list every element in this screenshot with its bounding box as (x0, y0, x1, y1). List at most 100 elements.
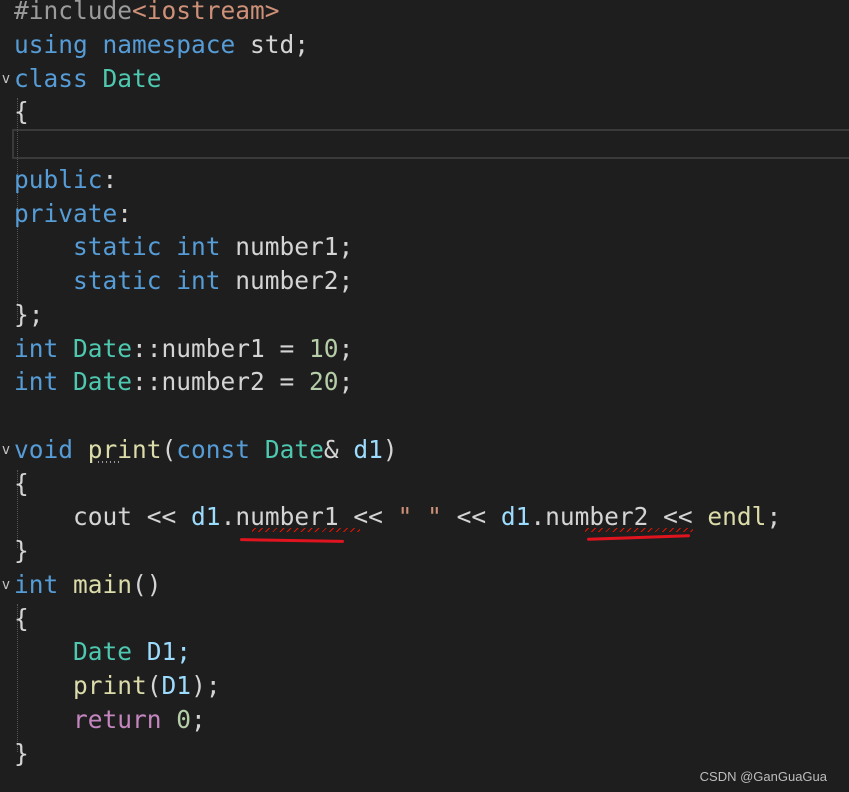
code-token: Date (264, 434, 324, 464)
code-token: .number1 (220, 502, 339, 532)
code-text: int main() (14, 568, 162, 602)
code-token: endl (707, 502, 767, 532)
code-token: main (73, 569, 133, 599)
code-token: int (14, 367, 74, 397)
code-token: ; (338, 333, 354, 363)
code-token: 20 (309, 367, 339, 397)
code-line[interactable]: cout << d1.number1 << " " << d1.number2 … (0, 500, 849, 534)
code-token: } (14, 738, 29, 768)
code-token: 0 (176, 704, 192, 734)
fold-chevron-icon[interactable]: v (0, 62, 12, 96)
code-token: Date (73, 367, 133, 397)
code-text: }; (14, 298, 44, 332)
code-token: { (14, 468, 29, 498)
fold-chevron-icon[interactable]: v (0, 433, 12, 467)
code-token: static (73, 266, 177, 295)
code-token: ( (161, 434, 177, 464)
watermark: CSDN @GanGuaGua (699, 769, 827, 784)
code-token: ::number2 = (132, 367, 310, 397)
code-line[interactable]: using namespace std; (0, 28, 849, 62)
code-token: cout (73, 502, 133, 532)
code-line[interactable]: int Date::number2 = 20; (0, 365, 849, 399)
code-token: ::number1 = (132, 333, 310, 363)
code-token: ) (382, 434, 398, 464)
code-line[interactable]: print(D1); (0, 669, 849, 703)
code-line[interactable]: v int main() (0, 568, 849, 602)
code-line[interactable]: #include<iostream> (0, 0, 849, 28)
code-token: print (87, 434, 162, 464)
code-token: void (14, 434, 88, 464)
code-token: int (14, 333, 74, 363)
code-token: print (73, 671, 147, 700)
code-token: d1 (353, 434, 383, 464)
code-token: & (323, 434, 354, 464)
fold-chevron-icon[interactable]: v (0, 568, 12, 602)
code-token: Date (73, 333, 133, 363)
code-token: ; (766, 502, 782, 532)
code-token: () (132, 569, 162, 599)
code-token: { (14, 97, 29, 127)
code-text: using namespace std; (14, 28, 309, 62)
code-token: { (14, 603, 29, 633)
code-token: : (117, 198, 133, 228)
code-token: } (14, 536, 29, 565)
code-text: int Date::number2 = 20; (14, 365, 353, 399)
code-token: Date (73, 637, 147, 667)
code-token: ; (191, 704, 206, 734)
code-token: number1; (235, 232, 354, 262)
code-token: std; (250, 29, 310, 59)
code-line[interactable]: static int number1; (0, 230, 849, 264)
code-text: Date D1; (14, 635, 191, 669)
code-token: return (73, 704, 177, 734)
code-text: public: (14, 163, 117, 197)
code-token: ( (146, 671, 162, 700)
error-squiggle-number2 (585, 528, 693, 532)
code-line[interactable] (0, 129, 849, 163)
code-token: ; (338, 367, 354, 397)
code-token: .number2 (530, 502, 649, 532)
code-token: class (14, 63, 103, 93)
code-token: : (102, 164, 118, 194)
code-line[interactable]: return 0; (0, 703, 849, 737)
code-line[interactable]: } (0, 737, 849, 771)
code-line[interactable]: { (0, 95, 849, 129)
code-text: int Date::number1 = 10; (14, 332, 353, 366)
code-editor[interactable]: #include<iostream> using namespace std; v c… (0, 0, 849, 792)
code-line[interactable]: static int number2; (0, 264, 849, 298)
code-token: using (14, 29, 103, 59)
code-token: #include (14, 0, 133, 25)
suggestion-dots (98, 461, 122, 463)
code-token: << (441, 502, 501, 532)
code-token: namespace (102, 29, 251, 59)
code-line[interactable] (0, 399, 849, 433)
code-line[interactable]: } (0, 534, 849, 568)
code-token: const (176, 434, 265, 464)
code-line[interactable]: public: (0, 163, 849, 197)
code-token: d1 (191, 502, 221, 532)
code-line[interactable]: Date D1; (0, 635, 849, 669)
code-token: int (176, 232, 236, 262)
code-token: Date (102, 63, 162, 93)
code-line[interactable]: { (0, 467, 849, 501)
code-text: print(D1); (14, 669, 221, 703)
code-text: class Date (14, 62, 162, 96)
code-text: void print(const Date& d1) (14, 433, 398, 467)
code-line[interactable]: int Date::number1 = 10; (0, 332, 849, 366)
code-token: D1; (146, 637, 192, 667)
code-text: } (14, 737, 29, 771)
code-token: " " (397, 502, 442, 532)
code-text: { (14, 95, 29, 129)
code-token: << (338, 502, 398, 532)
code-line[interactable]: { (0, 602, 849, 636)
code-line[interactable]: }; (0, 298, 849, 332)
code-token: int (14, 569, 74, 599)
code-line[interactable]: v void print(const Date& d1) (0, 433, 849, 467)
code-line[interactable]: private: (0, 197, 849, 231)
code-line[interactable]: v class Date (0, 62, 849, 96)
code-text: return 0; (14, 703, 206, 737)
code-token: d1 (500, 502, 531, 532)
